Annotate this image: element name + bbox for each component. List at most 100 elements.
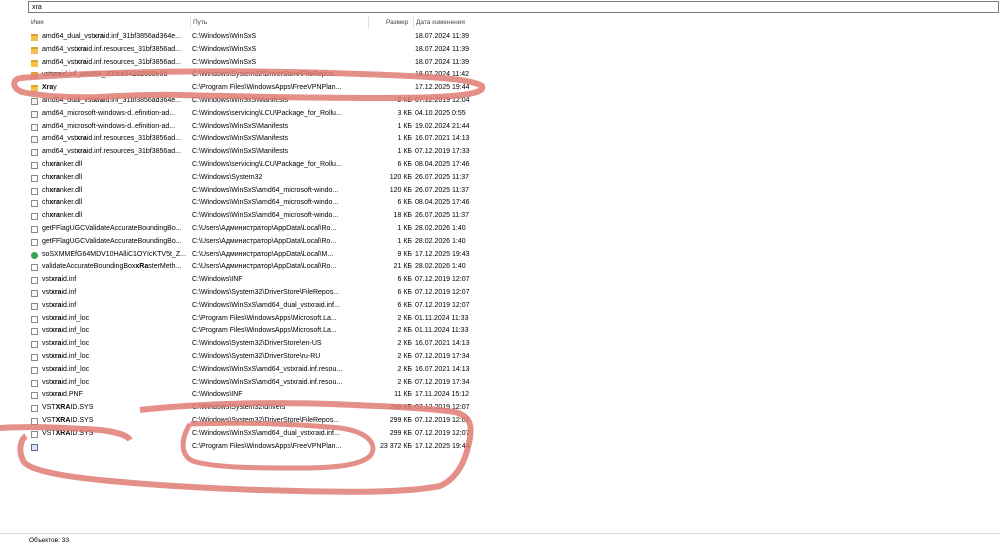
list-item[interactable]: vstxraid.inf_loc C:\Program Files\Windows… xyxy=(28,313,548,326)
item-path: C:\Users\Администратор\AppData\Local\Ro.… xyxy=(192,263,337,271)
list-item[interactable]: amd64_vstxraid.inf.resources_31bf3856ad.… xyxy=(28,44,548,57)
list-item[interactable]: getFFlagUGCValidateAccurateBoundingBo...… xyxy=(28,223,548,236)
item-path: C:\Windows\WinSxS xyxy=(192,45,257,53)
list-item[interactable]: amd64_microsoft-windows-d..efinition-ad.… xyxy=(28,108,548,121)
item-date: 18.07.2024 11:39 xyxy=(415,58,469,66)
item-path: C:\Users\Администратор\AppData\Local\Ro.… xyxy=(192,237,337,245)
item-name: Xray xyxy=(42,82,192,95)
item-name-part: id.inf xyxy=(61,276,77,284)
item-name-part: vst xyxy=(42,391,51,399)
list-item[interactable]: xray.exeC:\Program Files\WindowsApps\Fre… xyxy=(28,441,548,454)
item-date: 04.10.2025 0:55 xyxy=(415,109,466,117)
list-item[interactable]: Xray C:\Program Files\WindowsApps\FreeVPN… xyxy=(28,82,548,95)
column-size-header[interactable]: Размер xyxy=(386,18,408,28)
item-path: C:\Windows\WinSxS\amd64_dual_vstxraid.in… xyxy=(192,301,340,309)
file-icon xyxy=(31,123,38,131)
item-path: C:\Windows\WinSxS xyxy=(192,33,257,40)
file-icon xyxy=(31,379,38,387)
item-name: vstxraid.inf_amd64_300cb04282659e6d xyxy=(42,69,192,82)
column-divider[interactable] xyxy=(413,16,414,29)
search-input[interactable] xyxy=(29,2,998,12)
search-match: xRa xyxy=(135,263,149,271)
search-match: xra xyxy=(50,391,62,399)
item-name-part: nker.dll xyxy=(59,173,83,181)
list-item[interactable]: chxranker.dll C:\Windows\System32 120 КБ 26… xyxy=(28,172,548,185)
list-item[interactable]: vstxraid.inf_loc C:\Windows\WinSxS\amd64_… xyxy=(28,377,548,390)
item-path: C:\Windows\WinSxS\Manifests xyxy=(192,148,289,156)
file-icon xyxy=(31,302,38,310)
item-path: C:\Windows\servicing\LCU\Package_for_Rol… xyxy=(192,161,342,168)
item-date: 07.12.2019 17:34 xyxy=(415,378,470,386)
item-date: 17.12.2025 19:44 xyxy=(415,442,470,450)
item-name-part: vst xyxy=(42,365,51,373)
list-item[interactable]: validateAccurateBoundingBoxxRasterMeth..… xyxy=(28,261,548,274)
column-divider[interactable] xyxy=(190,16,191,29)
list-item[interactable]: vstxraid.inf_loc C:\Windows\System32\Driv… xyxy=(28,338,548,351)
list-item[interactable]: getFFlagUGCValidateAccurateBoundingBo...… xyxy=(28,236,548,249)
item-name-part: nker.dll xyxy=(59,199,83,207)
item-size: 2 КБ xyxy=(397,365,412,373)
item-name-part: ID.SYS xyxy=(70,404,94,412)
list-item[interactable]: VSTXRAID.SYS C:\Windows\System32\DriverSt… xyxy=(28,415,548,428)
item-date: 08.04.2025 17:46 xyxy=(415,199,470,207)
item-path: C:\Windows\System32 xyxy=(192,173,263,181)
list-item[interactable]: amd64_microsoft-windows-d..efinition-ad.… xyxy=(28,121,548,134)
list-item[interactable]: chxranker.dll C:\Windows\servicing\LCU\Pa… xyxy=(28,159,548,172)
list-item[interactable]: vstxraid.inf_loc C:\Program Files\Windows… xyxy=(28,325,548,338)
item-name-part: amd64_vst xyxy=(42,58,77,66)
item-size: 120 КБ xyxy=(389,173,412,181)
item-size: 6 КБ xyxy=(397,276,412,284)
column-date-header[interactable]: Дата изменения xyxy=(416,18,465,28)
list-item[interactable]: vstxraid.inf_amd64_300cb04282659e6d C:\Wi… xyxy=(28,69,548,82)
list-item[interactable]: soSXMMEfG64MDV10HAlliC1OYIcKTV5t_Z... C:\… xyxy=(28,249,548,262)
column-name-header[interactable]: Имя xyxy=(31,18,44,28)
item-date: 18.07.2024 11:42 xyxy=(415,71,469,79)
item-name: amd64_dual_vstxraid.inf_31bf3856ad364e..… xyxy=(42,95,192,108)
item-path: C:\Windows\System32\drivers xyxy=(192,404,286,412)
search-box[interactable] xyxy=(28,1,999,13)
item-name-part: vst xyxy=(42,353,51,360)
list-item[interactable]: amd64_vstxraid.inf.resources_31bf3856ad.… xyxy=(28,57,548,70)
list-item[interactable]: vstxraid.inf C:\Windows\System32\DriverSt… xyxy=(28,287,548,300)
list-item[interactable]: vstxraid.inf_loc C:\Windows\WinSxS\amd64_… xyxy=(28,364,548,377)
list-item[interactable]: VSTXRAID.SYS C:\Windows\WinSxS\amd64_dual… xyxy=(28,428,548,441)
list-item[interactable]: chxranker.dll C:\Windows\WinSxS\amd64_mic… xyxy=(28,197,548,210)
search-match: xra xyxy=(93,33,104,40)
file-icon xyxy=(31,392,38,400)
list-item[interactable]: amd64_vstxraid.inf.resources_31bf3856ad.… xyxy=(28,133,548,146)
search-match: xra xyxy=(49,186,60,194)
item-size: 1 КБ xyxy=(397,237,412,245)
exe-file-icon xyxy=(31,443,38,451)
item-path: C:\Windows\WinSxS\amd64_dual_vstxraid.in… xyxy=(192,429,340,437)
item-date: 18.07.2024 11:39 xyxy=(415,33,469,40)
file-icon xyxy=(31,226,38,233)
item-path: C:\Windows\WinSxS\Manifests xyxy=(192,122,289,130)
column-path-header[interactable]: Путь xyxy=(193,18,207,28)
item-path: C:\Windows\WinSxS\Manifests xyxy=(192,135,289,143)
item-name-part: amd64_microsoft-windows-d..efinition-ad.… xyxy=(42,122,176,130)
item-date: 08.04.2025 17:46 xyxy=(415,161,470,168)
file-icon xyxy=(31,430,38,438)
list-item[interactable]: vstxraid.inf C:\Windows\INF 6 КБ 07.12.2019… xyxy=(28,274,548,287)
folder-icon xyxy=(31,72,38,80)
list-item[interactable]: amd64_dual_vstxraid.inf_31bf3856ad364e..… xyxy=(28,95,548,108)
item-path: C:\Program Files\WindowsApps\Microsoft.L… xyxy=(192,327,337,335)
item-path: C:\Windows\System32\DriverStore\ru-RU xyxy=(192,353,321,360)
list-item[interactable]: vstxraid.inf C:\Windows\WinSxS\amd64_dual… xyxy=(28,300,548,313)
item-name: chxranker.dll xyxy=(42,159,192,172)
list-item[interactable]: vstxraid.PNF C:\Windows\INF 11 КБ 17.11.202… xyxy=(28,389,548,402)
column-divider[interactable] xyxy=(368,16,369,29)
list-item[interactable]: chxranker.dll C:\Windows\WinSxS\amd64_mic… xyxy=(28,185,548,198)
list-item[interactable]: VSTXRAID.SYS C:\Windows\System32\drivers 2… xyxy=(28,402,548,415)
list-item[interactable]: chxranker.dll C:\Windows\WinSxS\amd64_mic… xyxy=(28,210,548,223)
item-name-part: VST xyxy=(42,404,56,412)
list-item[interactable]: amd64_dual_vstxraid.inf_31bf3856ad364e..… xyxy=(28,31,548,44)
search-match: xra xyxy=(50,71,62,79)
list-item[interactable]: amd64_vstxraid.inf.resources_31bf3856ad.… xyxy=(28,146,548,159)
item-name: chxranker.dll xyxy=(42,210,192,223)
item-name: amd64_microsoft-windows-d..efinition-ad.… xyxy=(42,121,192,134)
list-item[interactable]: vstxraid.inf_loc C:\Windows\System32\Driv… xyxy=(28,351,548,364)
search-match: xra xyxy=(50,340,62,348)
item-size: 23 372 КБ xyxy=(379,442,412,450)
folder-icon xyxy=(31,34,38,41)
